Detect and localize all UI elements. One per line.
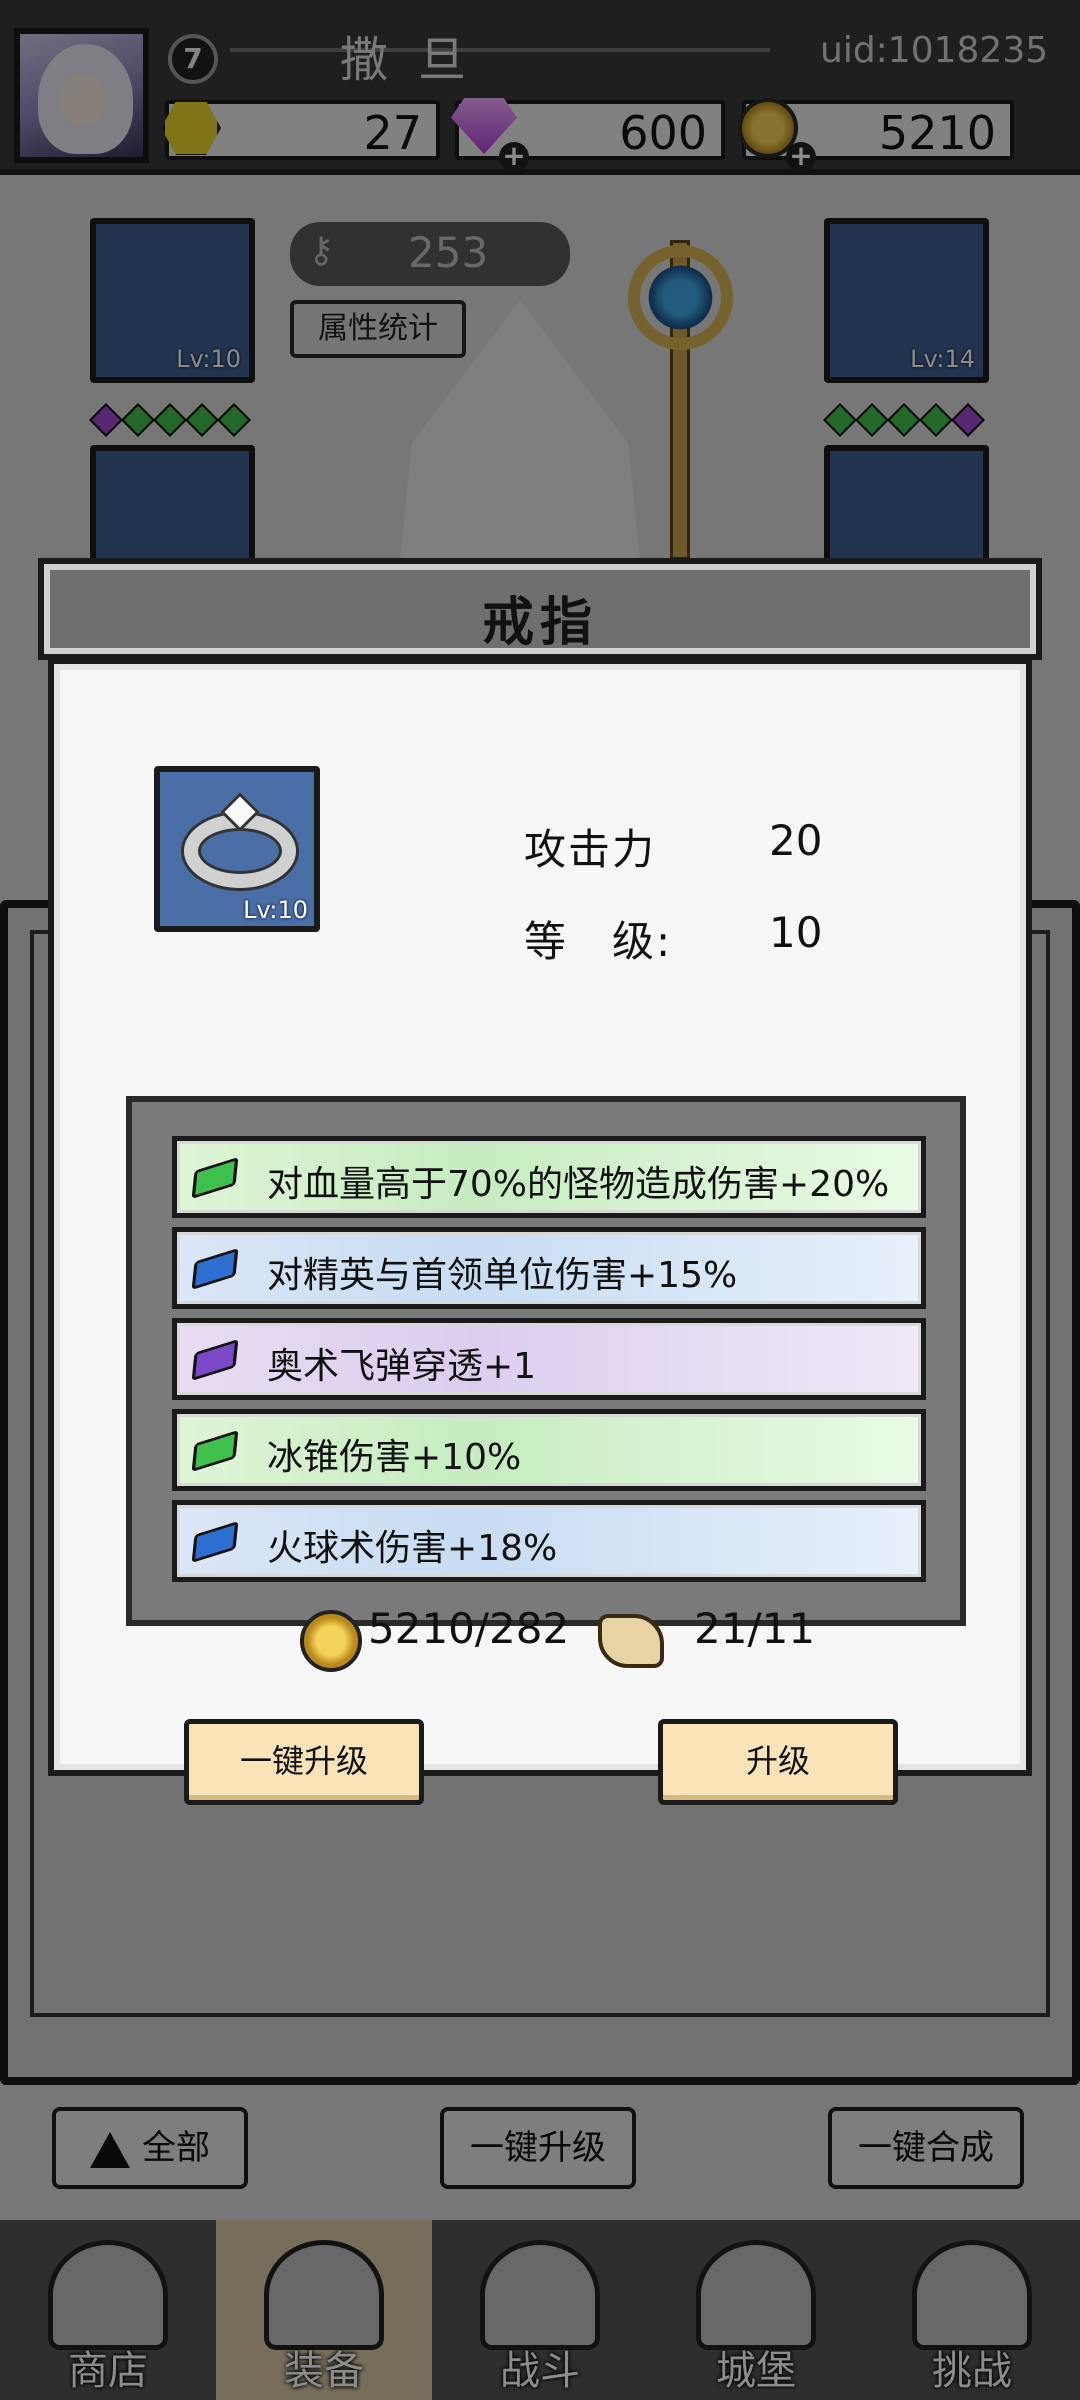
- affix-text: 火球术伤害+18%: [267, 1528, 558, 1569]
- affix-row: 对精英与首领单位伤害+15%: [172, 1227, 926, 1309]
- blue-crystal-icon: [191, 1521, 239, 1563]
- gold-cost: 5210/282: [368, 1604, 570, 1653]
- stat-value: 10: [769, 908, 823, 957]
- green-crystal-icon: [191, 1157, 239, 1199]
- affix-row: 火球术伤害+18%: [172, 1500, 926, 1582]
- stat-label: 等 级:: [524, 917, 673, 966]
- ring-detail-dialog: 戒指 Lv:10 攻击力 20 等 级: 10 对血量高于70%的怪物造成伤害+…: [38, 558, 1042, 1805]
- dialog-title: 戒指: [481, 593, 598, 653]
- affix-text: 冰锥伤害+10%: [267, 1437, 522, 1478]
- scroll-icon: [598, 1614, 664, 1668]
- affix-row: 奥术飞弹穿透+1: [172, 1318, 926, 1400]
- blue-crystal-icon: [191, 1248, 239, 1290]
- scroll-cost: 21/11: [694, 1604, 816, 1653]
- affix-row: 冰锥伤害+10%: [172, 1409, 926, 1491]
- affix-text: 对精英与首领单位伤害+15%: [267, 1255, 738, 1296]
- green-crystal-icon: [191, 1430, 239, 1472]
- affix-panel: 对血量高于70%的怪物造成伤害+20% 对精英与首领单位伤害+15% 奥术飞弹穿…: [126, 1096, 966, 1626]
- upgrade-button[interactable]: 升级: [658, 1719, 898, 1805]
- stat-value: 20: [769, 816, 823, 865]
- dialog-body: Lv:10 攻击力 20 等 级: 10 对血量高于70%的怪物造成伤害+20%…: [48, 658, 1032, 1805]
- affix-text: 对血量高于70%的怪物造成伤害+20%: [267, 1164, 890, 1205]
- stat-label: 攻击力: [524, 825, 657, 874]
- purple-crystal-icon: [191, 1339, 239, 1381]
- ring-item-icon: Lv:10: [154, 766, 320, 932]
- gold-coin-icon: [300, 1610, 362, 1672]
- item-level-badge: Lv:10: [243, 896, 308, 924]
- dialog-header: 戒指: [38, 558, 1042, 660]
- affix-row: 对血量高于70%的怪物造成伤害+20%: [172, 1136, 926, 1218]
- upgrade-all-button[interactable]: 一键升级: [184, 1719, 424, 1805]
- affix-text: 奥术飞弹穿透+1: [267, 1346, 537, 1387]
